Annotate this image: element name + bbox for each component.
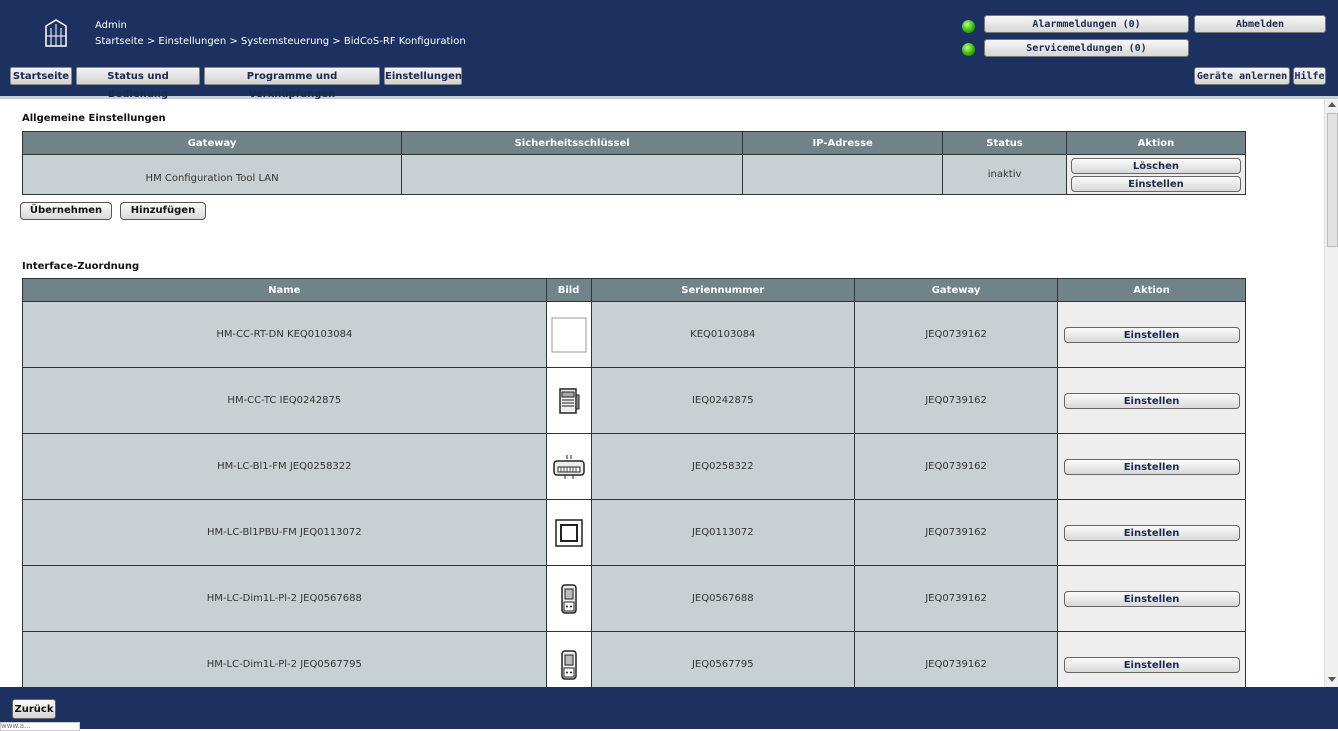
configure-device-button[interactable]: Einstellen (1063, 458, 1240, 475)
table-header-row: Gateway Sicherheitsschlüssel IP-Adresse … (21, 131, 1247, 155)
vertical-scrollbar[interactable] (1324, 99, 1338, 687)
plug-dimmer-icon (560, 649, 577, 680)
alarm-messages-button[interactable]: Alarmmeldungen (0) (984, 15, 1189, 33)
nav-status-bedienung[interactable]: Status und Bedienung (76, 67, 200, 100)
action-cell: Einstellen (1057, 499, 1246, 566)
gateway-cell: JEQ0739162 (854, 301, 1059, 368)
configure-gateway-button[interactable]: Einstellen (1070, 175, 1241, 192)
scrollbar-thumb[interactable] (1327, 113, 1338, 247)
column-header: Aktion (1057, 278, 1246, 302)
ip-address-cell (742, 154, 944, 195)
configure-device-button[interactable]: Einstellen (1063, 524, 1240, 541)
gateway-table: Gateway Sicherheitsschlüssel IP-Adresse … (21, 131, 1247, 195)
table-header-row: Name Bild Seriennummer Gateway Aktion (22, 278, 1246, 302)
device-image-cell (545, 301, 592, 368)
blank-device-icon (551, 317, 587, 352)
header-bar: Admin Startseite > Einstellungen > Syste… (0, 0, 1338, 100)
action-cell: Einstellen (1057, 565, 1246, 632)
device-name-cell: HM-CC-TC IEQ0242875 (22, 367, 547, 434)
user-name: Admin (95, 20, 127, 31)
configure-device-button[interactable]: Einstellen (1063, 392, 1240, 409)
configure-device-button[interactable]: Einstellen (1063, 590, 1240, 607)
table-row: HM-LC-Dim1L-Pl-2 JEQ0567795 JEQ0567795 J… (22, 631, 1246, 687)
table-row: HM Configuration Tool LAN inaktiv Lösche… (21, 154, 1247, 195)
column-header: Gateway (854, 278, 1059, 302)
gateway-cell: JEQ0739162 (854, 499, 1059, 566)
service-status-led (962, 43, 975, 56)
serial-number-cell: JEQ0567795 (590, 631, 856, 687)
serial-number-cell: IEQ0242875 (590, 367, 856, 434)
logout-button[interactable]: Abmelden (1194, 15, 1326, 33)
status-cell: inaktiv (942, 154, 1067, 195)
column-header: Status (942, 131, 1067, 155)
security-key-cell (401, 154, 744, 195)
interface-table: Name Bild Seriennummer Gateway Aktion HM… (22, 278, 1246, 687)
nav-startseite[interactable]: Startseite (10, 67, 72, 85)
general-settings-title: Allgemeine Einstellungen (22, 113, 166, 124)
table-row: HM-CC-TC IEQ0242875 IEQ0242875 JEQ073916… (22, 367, 1246, 434)
table-row: HM-LC-Dim1L-Pl-2 JEQ0567688 JEQ0567688 J… (22, 565, 1246, 632)
action-cell: Einstellen (1057, 433, 1246, 500)
back-button[interactable]: Zurück (12, 699, 56, 719)
teach-in-devices-button[interactable]: Geräte anlernen (1194, 67, 1290, 85)
device-image-cell (545, 433, 592, 500)
serial-number-cell: JEQ0258322 (590, 433, 856, 500)
gateway-cell: JEQ0739162 (854, 367, 1059, 434)
help-button[interactable]: Hilfe (1293, 67, 1326, 85)
serial-number-cell: JEQ0113072 (590, 499, 856, 566)
status-url: www.a... (0, 722, 80, 731)
table-row: HM-CC-RT-DN KEQ0103084 KEQ0103084 JEQ073… (22, 301, 1246, 368)
alarm-status-led (962, 20, 975, 33)
action-cell: Einstellen (1057, 631, 1246, 687)
footer-bar: Zurück (0, 687, 1338, 729)
action-cell: Löschen Einstellen (1065, 154, 1247, 195)
add-gateway-button[interactable]: Hinzufügen (120, 202, 206, 220)
device-name-cell: HM-CC-RT-DN KEQ0103084 (22, 301, 547, 368)
delete-gateway-button[interactable]: Löschen (1070, 157, 1241, 174)
device-name-cell: HM-LC-Bl1PBU-FM JEQ0113072 (22, 499, 547, 566)
column-header: Seriennummer (590, 278, 856, 302)
action-cell: Einstellen (1057, 301, 1246, 368)
nav-programme[interactable]: Programme und Verknüpfungen (204, 67, 380, 100)
table-row: HM-LC-Bl1-FM JEQ0258322 JEQ0258322 JEQ07… (22, 433, 1246, 500)
device-name-cell: HM-LC-Dim1L-Pl-2 JEQ0567795 (22, 631, 547, 687)
house-logo-icon (45, 19, 67, 47)
table-row: HM-LC-Bl1PBU-FM JEQ0113072 JEQ0113072 JE… (22, 499, 1246, 566)
service-messages-button[interactable]: Servicemeldungen (0) (984, 39, 1189, 57)
plug-dimmer-icon (560, 583, 577, 614)
device-image-cell (545, 631, 592, 687)
action-cell: Einstellen (1057, 367, 1246, 434)
gateway-cell: JEQ0739162 (854, 565, 1059, 632)
column-header: IP-Adresse (742, 131, 944, 155)
scroll-down-arrow-icon[interactable] (1328, 677, 1336, 682)
device-image-cell (545, 565, 592, 632)
gateway-cell: JEQ0739162 (854, 631, 1059, 687)
apply-button[interactable]: Übernehmen (20, 202, 112, 220)
gateway-name-cell: HM Configuration Tool LAN (21, 154, 403, 195)
wall-switch-icon (554, 518, 583, 547)
device-name-cell: HM-LC-Bl1-FM JEQ0258322 (22, 433, 547, 500)
breadcrumb: Startseite > Einstellungen > Systemsteue… (95, 36, 466, 47)
column-header: Sicherheitsschlüssel (401, 131, 744, 155)
column-header: Name (22, 278, 547, 302)
serial-number-cell: JEQ0567688 (590, 565, 856, 632)
column-header: Aktion (1065, 131, 1247, 155)
nav-einstellungen[interactable]: Einstellungen (384, 67, 462, 85)
serial-number-cell: KEQ0103084 (590, 301, 856, 368)
scroll-up-arrow-icon[interactable] (1328, 102, 1336, 107)
flush-actuator-icon (552, 454, 585, 479)
configure-device-button[interactable]: Einstellen (1063, 656, 1240, 673)
configure-device-button[interactable]: Einstellen (1063, 326, 1240, 343)
interface-assignment-title: Interface-Zuordnung (22, 261, 140, 272)
gateway-cell: JEQ0739162 (854, 433, 1059, 500)
column-header: Bild (545, 278, 592, 302)
column-header: Gateway (21, 131, 403, 155)
device-name-cell: HM-LC-Dim1L-Pl-2 JEQ0567688 (22, 565, 547, 632)
device-image-cell (545, 499, 592, 566)
thermostat-device-icon (558, 387, 580, 414)
main-content: Allgemeine Einstellungen Gateway Sicherh… (8, 99, 1324, 687)
device-image-cell (545, 367, 592, 434)
